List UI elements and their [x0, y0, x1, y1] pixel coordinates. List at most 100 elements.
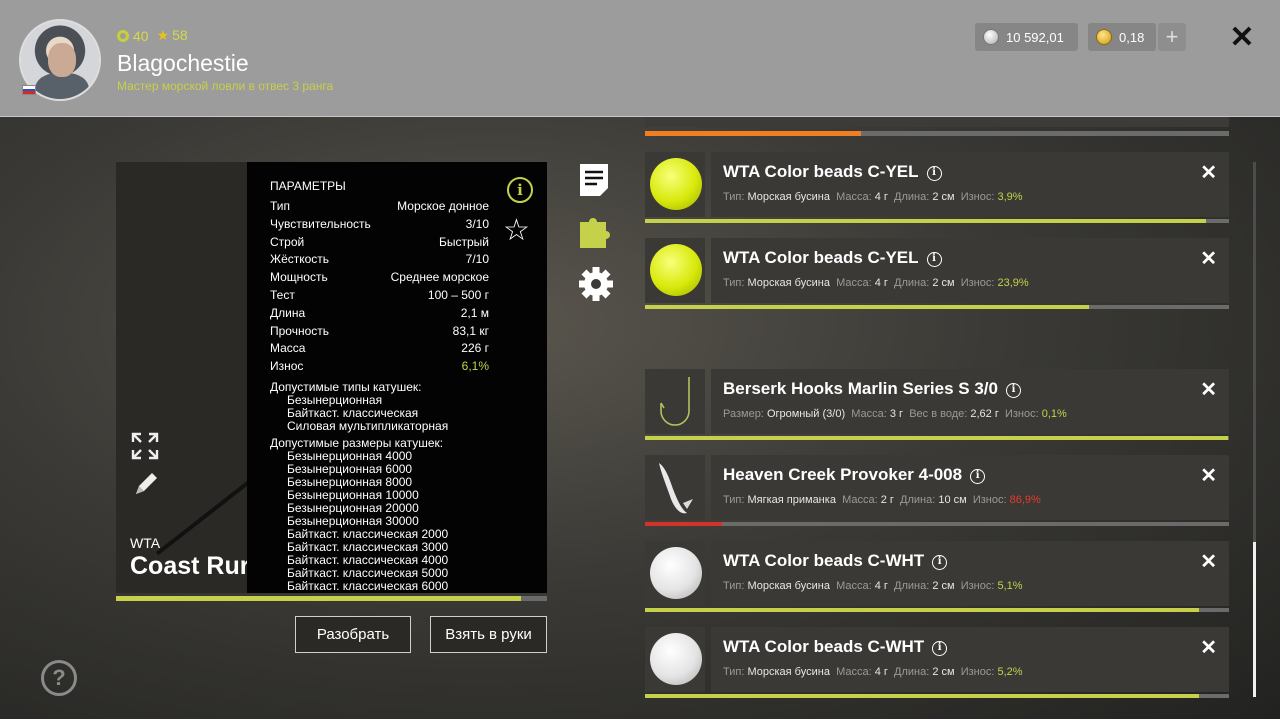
document-icon[interactable] [578, 162, 614, 198]
params-title: ПАРАМЕТРЫ [270, 179, 346, 193]
meta-value: 4 г [874, 580, 888, 592]
param-label: Износ [270, 359, 304, 374]
star-rank-icon: ★ [156, 27, 170, 43]
take-in-hands-button[interactable]: Взять в руки [430, 616, 547, 653]
tackle-item[interactable]: Heaven Creek Provoker 4-008 i Тип: Мягкая … [645, 455, 1229, 526]
param-label: Чувствительность [270, 216, 371, 231]
item-title: WTA Color beads C-WHT i [723, 637, 948, 657]
remove-item-icon[interactable]: ✕ [1200, 246, 1217, 271]
meta-value: 2 г [880, 494, 894, 506]
meta-label: Тип: [723, 494, 745, 506]
star-icon[interactable]: ☆ [503, 213, 530, 248]
item-details: Berserk Hooks Marlin Series S 3/0 i Размер… [711, 369, 1229, 434]
info-icon[interactable]: i [926, 252, 942, 267]
pencil-icon[interactable] [132, 470, 160, 505]
meta-value: 3 г [889, 408, 904, 420]
param-value: Среднее морское [390, 270, 489, 285]
param-label: Строй [270, 234, 305, 249]
meta-value: 4 г [874, 191, 888, 203]
meta-value: 2 см [932, 580, 955, 592]
reel-size-item: Байткаст. классическая 6000 [287, 578, 449, 593]
remove-item-icon[interactable]: ✕ [1200, 377, 1217, 402]
puzzle-icon[interactable] [578, 214, 614, 250]
item-details: WTA Color beads C-WHT i Тип: Морская бусин… [711, 627, 1229, 692]
item-durability-bar [645, 436, 1229, 440]
item-meta: Размер: Огромный (3/0) Масса: 3 г Вес в … [723, 408, 1067, 420]
item-thumbnail [645, 541, 705, 606]
remove-item-icon[interactable]: ✕ [1200, 160, 1217, 185]
help-button[interactable]: ? [41, 660, 77, 696]
info-icon[interactable]: i [926, 166, 942, 181]
tackle-item[interactable]: WTA Color beads C-YEL i Тип: Морская бусин… [645, 152, 1229, 223]
tackle-item[interactable]: Berserk Hooks Marlin Series S 3/0 i Размер… [645, 369, 1229, 440]
add-gold-button[interactable]: + [1158, 23, 1186, 51]
meta-label: Масса: [836, 580, 872, 592]
param-label: Жёсткость [270, 252, 330, 267]
item-name: WTA Color beads C-YEL [723, 248, 919, 267]
param-value: Морское донное [397, 199, 489, 213]
info-icon[interactable]: i [932, 641, 948, 656]
item-details: Heaven Creek Provoker 4-008 i Тип: Мягкая … [711, 455, 1229, 520]
info-icon[interactable]: i [932, 555, 948, 570]
item-name: WTA Color beads C-WHT [723, 551, 925, 570]
remove-item-icon[interactable]: ✕ [1200, 463, 1217, 488]
item-durability-fill [645, 219, 1207, 223]
meta-value: 2 см [932, 666, 955, 678]
param-label: Длина [270, 305, 306, 320]
meta-label: Масса: [851, 408, 887, 420]
meta-label: Длина: [894, 191, 930, 203]
param-value: 6,1% [461, 359, 489, 374]
reel-type-item: Силовая мультипликаторная [287, 418, 449, 433]
info-icon[interactable]: i [970, 469, 986, 484]
tackle-item[interactable]: WTA Color beads C-WHT i Тип: Морская бусин… [645, 541, 1229, 612]
level-icon [117, 29, 129, 42]
meta-value: 4 г [874, 666, 888, 678]
info-icon[interactable]: i [507, 177, 533, 203]
remove-item-icon[interactable]: ✕ [1200, 549, 1217, 574]
item-thumbnail [645, 152, 705, 217]
gear-icon[interactable] [578, 266, 614, 302]
param-row: Чувствительность 3/10 [270, 217, 489, 235]
meta-label: Масса: [836, 277, 872, 289]
item-meta: Тип: Морская бусина Масса: 4 г Длина: 2 … [723, 191, 1023, 203]
meta-value: Мягкая приманка [747, 494, 836, 506]
param-row: Строй Быстрый [270, 235, 489, 253]
meta-label: Тип: [723, 277, 745, 289]
param-label: Мощность [270, 270, 328, 285]
param-value: 7/10 [465, 252, 489, 267]
list-item-partial [645, 117, 1229, 127]
reel-sizes-label: Допустимые размеры катушек: [270, 435, 444, 450]
item-meta: Тип: Мягкая приманка Масса: 2 г Длина: 1… [723, 494, 1041, 506]
wear-label: Износ: [972, 494, 1007, 506]
scrollbar[interactable] [1253, 162, 1256, 697]
param-row: Длина 2,1 м [270, 306, 489, 324]
remove-item-icon[interactable]: ✕ [1200, 635, 1217, 660]
russia-flag-icon [22, 85, 36, 95]
item-durability-fill [645, 522, 722, 526]
item-durability-bar [645, 219, 1229, 223]
item-thumbnail [645, 369, 705, 434]
info-icon[interactable]: i [1005, 383, 1021, 398]
item-title: Berserk Hooks Marlin Series S 3/0 i [723, 379, 1021, 399]
scrollbar-thumb[interactable] [1253, 542, 1256, 697]
item-title: WTA Color beads C-YEL i [723, 162, 942, 182]
close-icon[interactable]: ✕ [1228, 23, 1256, 53]
item-durability-bar [645, 522, 1229, 526]
meta-value: 4 г [874, 277, 888, 289]
partial-item-durability-bar [645, 131, 1229, 136]
expand-icon[interactable] [131, 432, 159, 467]
meta-value: 2,62 г [970, 408, 999, 420]
tackle-item[interactable]: WTA Color beads C-YEL i Тип: Морская бусин… [645, 238, 1229, 309]
rod-durability-fill [116, 596, 522, 601]
wear-value: 5,1% [997, 580, 1023, 592]
disassemble-button[interactable]: Разобрать [295, 616, 411, 653]
gold-balance: 0,18 [1088, 23, 1156, 51]
param-row: Тест 100 – 500 г [270, 288, 489, 306]
item-durability-fill [645, 694, 1199, 698]
wear-value: 23,9% [997, 277, 1029, 289]
item-durability-fill [645, 608, 1200, 612]
tackle-item[interactable]: WTA Color beads C-WHT i Тип: Морская бусин… [645, 627, 1229, 698]
param-value: 83,1 кг [452, 323, 489, 338]
param-value: Быстрый [439, 234, 489, 249]
item-title: Heaven Creek Provoker 4-008 i [723, 465, 986, 485]
